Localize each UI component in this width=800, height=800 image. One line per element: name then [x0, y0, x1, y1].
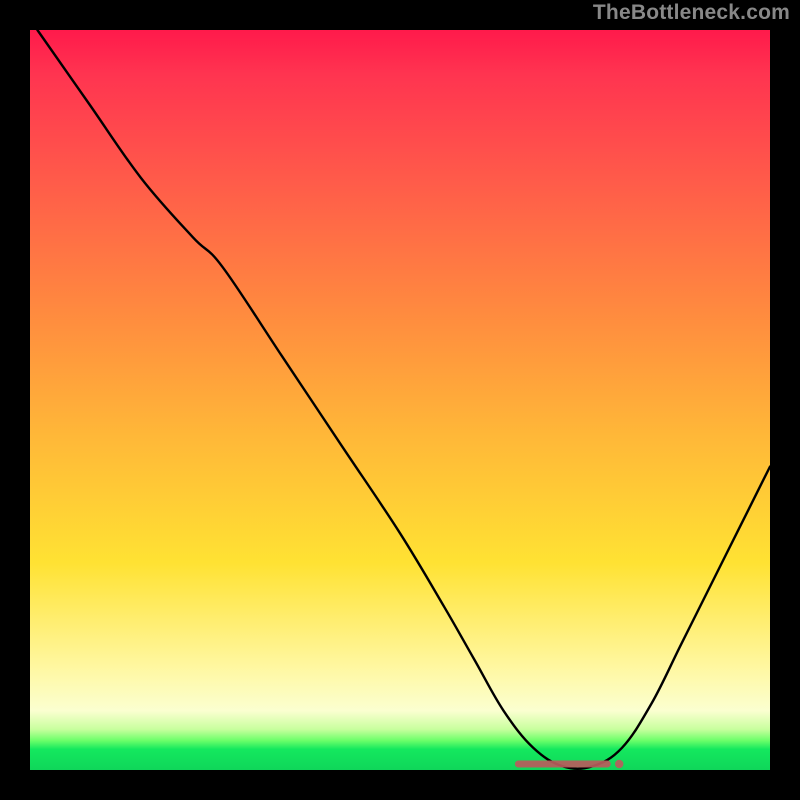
- watermark-text: TheBottleneck.com: [593, 1, 790, 25]
- chart-overlay: [30, 30, 770, 770]
- stage: TheBottleneck.com: [0, 0, 800, 800]
- chart-area: [30, 30, 770, 770]
- bottleneck-curve: [37, 30, 770, 769]
- optimal-range-marker-dot: [615, 760, 623, 768]
